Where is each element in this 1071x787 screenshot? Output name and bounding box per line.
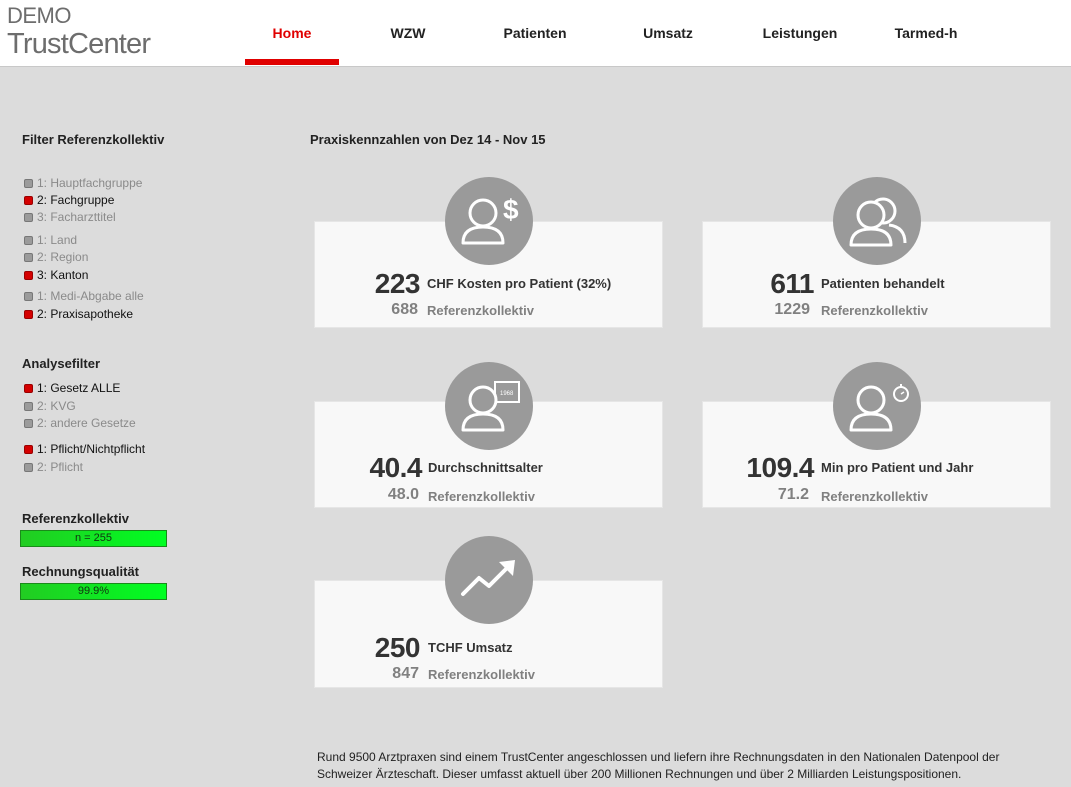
filter-option-label: 2: Region [37,250,89,264]
trend-up-icon [445,536,533,624]
analysis-option-label: 1: Gesetz ALLE [37,381,121,395]
radio-indicator [24,212,33,222]
nav-home[interactable]: Home [245,0,339,66]
kpi-value-umsatz: 250 [374,632,421,663]
nav-patienten[interactable]: Patienten [490,0,580,66]
filter-option-label: 2: Fachgruppe [37,193,115,207]
kpi-ref-value-alter: 48.0 [387,486,419,503]
analysis-option-label: 2: andere Gesetze [37,416,136,430]
filter-option-hauptfachgruppe[interactable]: 1: Hauptfachgruppe [24,176,142,190]
filter-option-label: 1: Medi-Abgabe alle [37,289,144,303]
referenzkollektiv-title: Referenzkollektiv [22,511,129,526]
nav-umsatz[interactable]: Umsatz [628,0,708,66]
filter-option-label: 2: Praxisapotheke [37,307,134,321]
kpi-label-patienten: Patienten behandelt [821,276,945,291]
radio-indicator [24,309,33,319]
svg-text:$: $ [503,194,519,225]
kpi-label-kosten: CHF Kosten pro Patient (32%) [427,276,612,291]
radio-indicator [24,178,33,188]
radio-indicator [24,252,33,262]
radio-indicator [24,462,33,472]
filter-option-label: 3: Facharzttitel [37,210,116,224]
kpi-ref-value-umsatz: 847 [392,665,419,682]
filter-option-facharzttitel[interactable]: 3: Facharzttitel [24,210,116,224]
filter-option-praxisapotheke[interactable]: 2: Praxisapotheke [24,307,133,321]
kpi-value-minuten: 109.4 [746,452,814,483]
radio-indicator [24,270,33,280]
filter-option-label: 3: Kanton [37,268,89,282]
kpi-ref-label-patienten: Referenzkollektiv [821,303,928,318]
filter-option-land[interactable]: 1: Land [24,233,77,247]
analysefilter-title: Analysefilter [22,356,101,371]
radio-indicator [24,383,33,393]
praxiskennzahlen-title: Praxiskennzahlen von Dez 14 - Nov 15 [310,132,546,147]
referenzkollektiv-count-bar: n = 255 [20,530,167,547]
analysis-option-label: 1: Pflicht/Nichtpflicht [37,442,146,456]
analysis-option-kvg[interactable]: 2: KVG [24,399,76,413]
patient-cost-icon: $ [445,177,533,265]
analysis-option-pflicht[interactable]: 2: Pflicht [24,460,83,474]
logo-demo-text: DEMO [7,3,72,28]
rechnungsqualitaet-title: Rechnungsqualität [22,564,140,579]
radio-indicator [24,444,33,454]
logo[interactable]: DEMO TrustCenter [7,3,151,61]
logo-brand-text: TrustCenter [7,28,151,60]
filter-referenzkollektiv-title: Filter Referenzkollektiv [22,132,165,147]
kpi-ref-label-minuten: Referenzkollektiv [821,489,928,504]
filter-option-fachgruppe[interactable]: 2: Fachgruppe [24,193,114,207]
kpi-label-umsatz: TCHF Umsatz [428,640,513,655]
filter-option-label: 1: Land [37,233,78,247]
kpi-ref-value-minuten: 71.2 [777,486,809,503]
patient-time-icon [833,362,921,450]
kpi-label-minuten: Min pro Patient und Jahr [821,460,974,475]
rechnungsqualitaet-bar: 99.9% [20,583,167,600]
kpi-ref-label-umsatz: Referenzkollektiv [428,667,535,682]
analysis-option-pflicht-nichtpflicht[interactable]: 1: Pflicht/Nichtpflicht [24,442,145,456]
filter-option-label: 1: Hauptfachgruppe [37,176,143,190]
header-bar: DEMO TrustCenter Home WZW Patienten Umsa… [0,0,1071,67]
kpi-label-alter: Durchschnittsalter [428,460,543,475]
nav-leistungen[interactable]: Leistungen [752,0,848,66]
kpi-ref-value-patienten: 1229 [774,301,810,318]
analysis-option-label: 2: KVG [37,399,76,413]
analysis-option-label: 2: Pflicht [37,460,84,474]
svg-text:1968: 1968 [500,391,514,397]
kpi-value-alter: 40.4 [369,452,423,483]
active-tab-indicator [245,59,339,65]
kpi-ref-value-kosten: 688 [391,301,418,318]
kpi-value-kosten: 223 [374,268,421,299]
analysis-option-andere-gesetze[interactable]: 2: andere Gesetze [24,416,136,430]
nav-tarmed-h[interactable]: Tarmed-h [884,0,968,66]
nav-wzw[interactable]: WZW [370,0,446,66]
radio-indicator [24,235,33,245]
kpi-value-patienten: 611 [770,268,814,299]
radio-indicator [24,291,33,301]
patients-icon [833,177,921,265]
filter-option-region[interactable]: 2: Region [24,250,88,264]
radio-indicator [24,418,33,428]
analysis-option-gesetz-alle[interactable]: 1: Gesetz ALLE [24,381,120,395]
radio-indicator [24,195,33,205]
filter-option-kanton[interactable]: 3: Kanton [24,268,88,282]
filter-option-medi-abgabe-alle[interactable]: 1: Medi-Abgabe alle [24,289,144,303]
kpi-ref-label-kosten: Referenzkollektiv [427,303,534,318]
radio-indicator [24,401,33,411]
kpi-ref-label-alter: Referenzkollektiv [428,489,535,504]
patient-age-icon: 1968 [445,362,533,450]
footer-info-text: Rund 9500 Arztpraxen sind einem TrustCen… [317,750,1000,781]
